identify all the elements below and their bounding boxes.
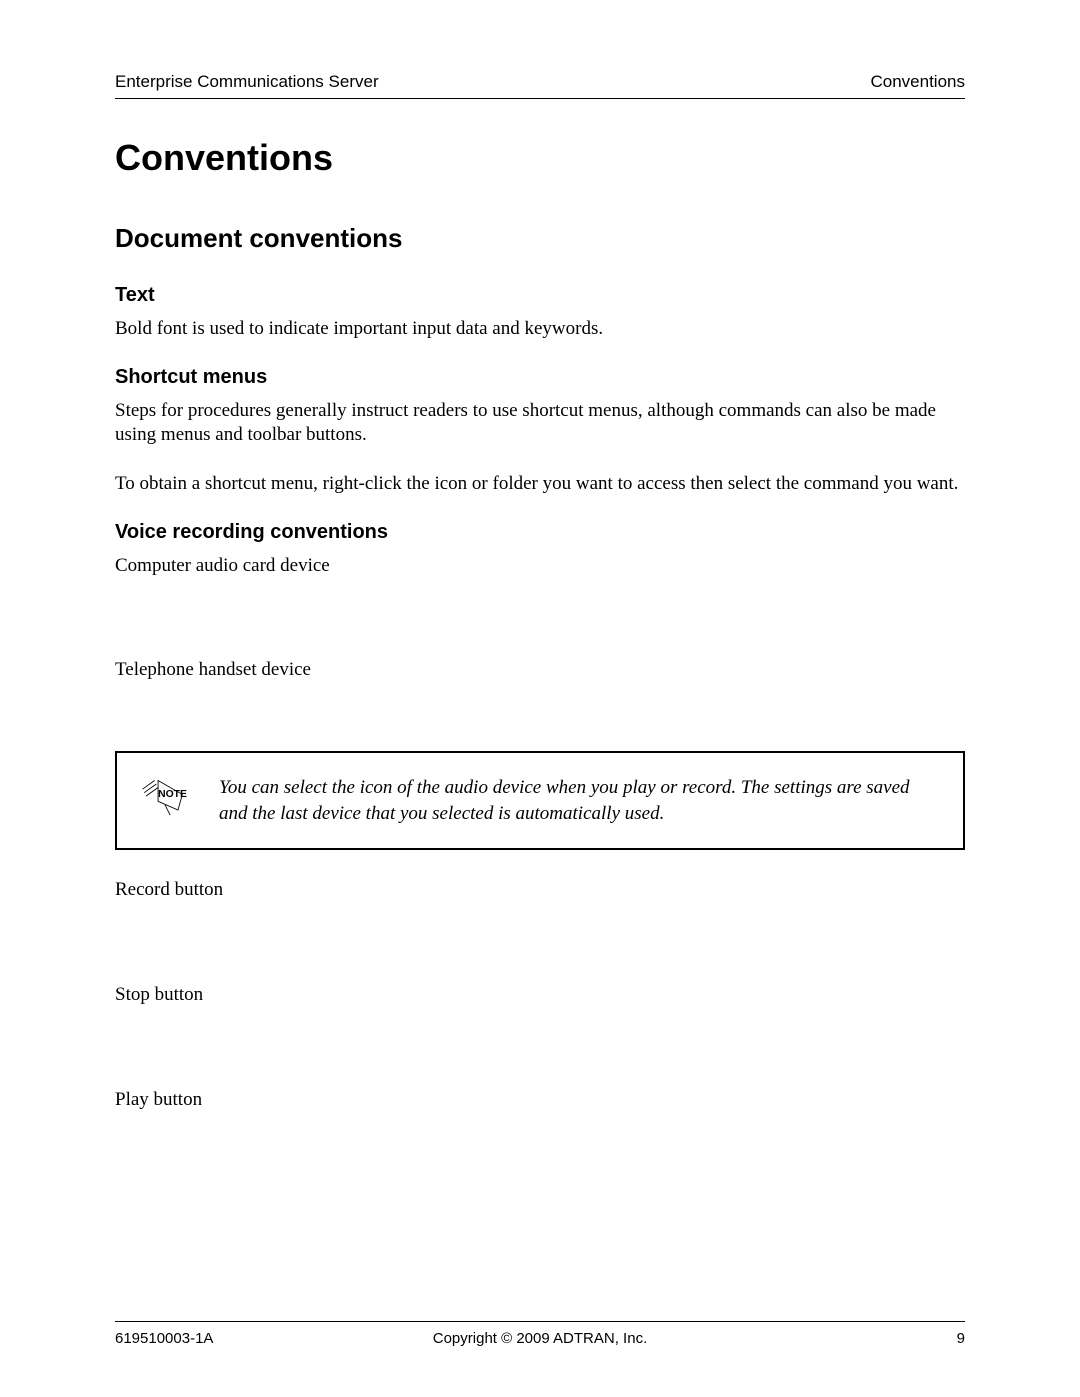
page-title-h1: Conventions xyxy=(115,137,965,179)
note-text: You can select the icon of the audio dev… xyxy=(219,775,941,826)
shortcut-paragraph-1: Steps for procedures generally instruct … xyxy=(115,399,965,448)
footer-doc-id: 619510003-1A xyxy=(115,1330,213,1347)
voice-item-stop: Stop button xyxy=(115,983,965,1008)
section-title-h2: Document conventions xyxy=(115,223,965,254)
footer-copyright: Copyright © 2009 ADTRAN, Inc. xyxy=(433,1330,647,1347)
voice-item-computer-audio: Computer audio card device xyxy=(115,554,965,579)
footer-page-number: 9 xyxy=(957,1330,965,1347)
shortcut-paragraph-2: To obtain a shortcut menu, right-click t… xyxy=(115,472,965,497)
note-icon: NOTE xyxy=(139,775,191,824)
voice-item-record: Record button xyxy=(115,878,965,903)
text-paragraph: Bold font is used to indicate important … xyxy=(115,317,965,342)
note-callout: NOTE You can select the icon of the audi… xyxy=(115,751,965,850)
shortcut-heading: Shortcut menus xyxy=(115,366,965,389)
header-left: Enterprise Communications Server xyxy=(115,72,379,92)
document-page: Enterprise Communications Server Convent… xyxy=(0,0,1080,1397)
voice-heading: Voice recording conventions xyxy=(115,521,965,544)
page-footer: 619510003-1A Copyright © 2009 ADTRAN, In… xyxy=(115,1321,965,1347)
header-right: Conventions xyxy=(870,72,965,92)
voice-item-telephone: Telephone handset device xyxy=(115,658,965,683)
note-label-text: NOTE xyxy=(158,789,187,800)
voice-item-play: Play button xyxy=(115,1088,965,1113)
page-header: Enterprise Communications Server Convent… xyxy=(115,72,965,99)
text-heading: Text xyxy=(115,284,965,307)
